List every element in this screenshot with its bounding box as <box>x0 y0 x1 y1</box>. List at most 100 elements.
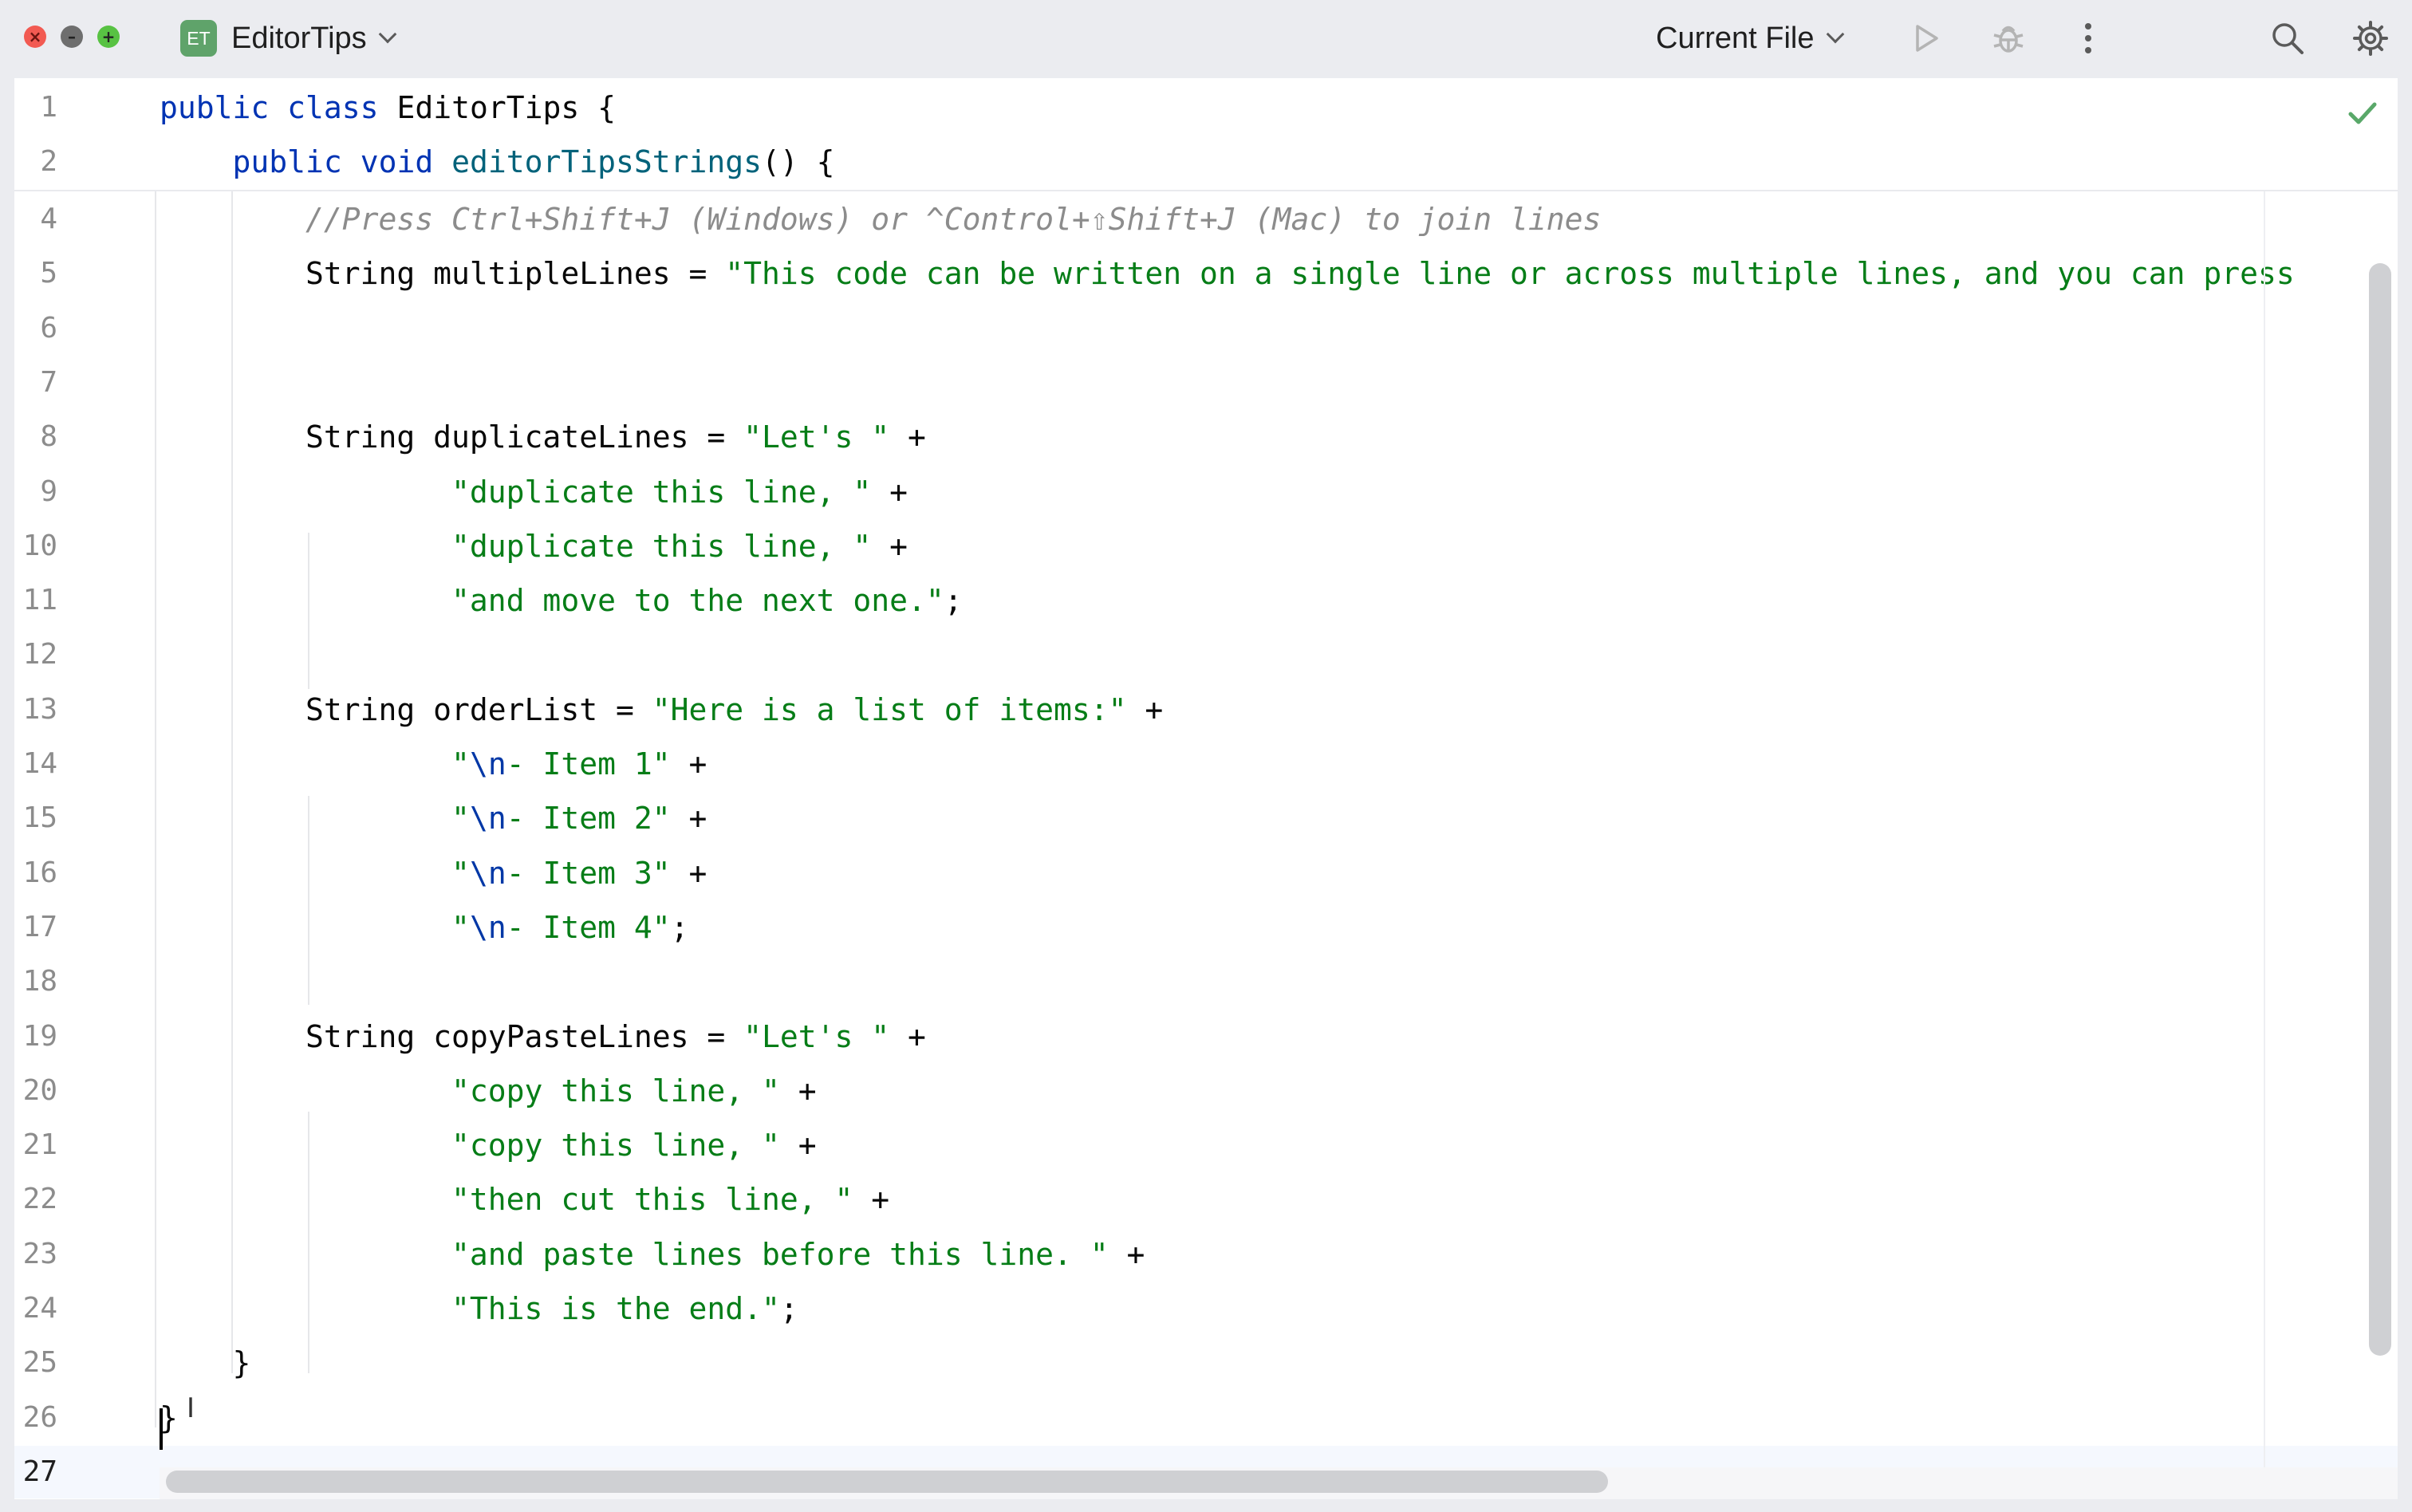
code-line[interactable]: 10 "duplicate this line, " + <box>14 520 2398 573</box>
code-token: String multipleLines = <box>160 256 726 292</box>
code-line[interactable]: 23 "and paste lines before this line. " … <box>14 1228 2398 1281</box>
code-line[interactable]: 21 "copy this line, " + <box>14 1119 2398 1171</box>
code-line[interactable]: 24 "This is the end."; <box>14 1282 2398 1335</box>
code-text[interactable]: "copy this line, " + <box>160 1065 817 1117</box>
code-line[interactable]: 9 "duplicate this line, " + <box>14 466 2398 518</box>
code-token: "Let's " <box>743 1018 890 1054</box>
check-icon <box>2348 102 2377 124</box>
code-line[interactable]: 1 public class EditorTips { <box>14 81 2398 134</box>
code-token: \n <box>469 801 506 837</box>
code-line[interactable]: 2 public void editorTipsStrings() { <box>14 136 2398 188</box>
code-text[interactable]: //Press Ctrl+Shift+J (Windows) or ^Contr… <box>160 193 1601 246</box>
line-number[interactable]: 8 <box>14 411 57 463</box>
code-text[interactable]: "\n- Item 2" + <box>160 792 707 845</box>
code-line[interactable]: 12 <box>14 628 2398 681</box>
code-line[interactable]: 16 "\n- Item 3" + <box>14 847 2398 900</box>
project-selector[interactable]: ET EditorTips <box>180 18 396 59</box>
horizontal-scrollbar[interactable] <box>166 1471 1608 1493</box>
code-text[interactable]: "\n- Item 3" + <box>160 847 707 900</box>
code-token: String duplicateLines = <box>160 419 744 455</box>
code-text[interactable]: public void editorTipsStrings() { <box>160 136 835 188</box>
settings-button[interactable] <box>2348 16 2393 61</box>
code-line[interactable]: 14 "\n- Item 1" + <box>14 738 2398 790</box>
code-text[interactable]: "\n- Item 1" + <box>160 738 707 790</box>
code-line[interactable]: 4 //Press Ctrl+Shift+J (Windows) or ^Con… <box>14 193 2398 246</box>
code-text[interactable]: String copyPasteLines = "Let's " + <box>160 1010 926 1063</box>
line-number[interactable]: 6 <box>14 302 57 355</box>
line-number[interactable]: 9 <box>14 466 57 518</box>
run-configuration-selector[interactable]: Current File <box>1656 18 1844 59</box>
code-text[interactable]: "copy this line, " + <box>160 1119 817 1171</box>
close-window-button[interactable]: × <box>24 26 46 48</box>
code-text[interactable]: "\n- Item 4"; <box>160 901 688 954</box>
code-text[interactable]: "then cut this line, " + <box>160 1173 889 1226</box>
sticky-lines-panel[interactable]: 1 public class EditorTips {2 public void … <box>14 78 2398 191</box>
code-editor[interactable]: 1 public class EditorTips {2 public void … <box>14 78 2398 1499</box>
code-line[interactable]: 25 } <box>14 1337 2398 1389</box>
code-text[interactable]: "This is the end."; <box>160 1282 798 1335</box>
code-line[interactable]: 5 String multipleLines = "This code can … <box>14 247 2398 300</box>
code-text[interactable]: String duplicateLines = "Let's " + <box>160 411 926 463</box>
more-actions-button[interactable] <box>2066 16 2110 61</box>
code-line[interactable]: 20 "copy this line, " + <box>14 1065 2398 1117</box>
code-token: + <box>779 1073 817 1108</box>
line-number[interactable]: 19 <box>14 1010 57 1063</box>
line-number[interactable]: 2 <box>14 136 57 188</box>
line-number[interactable]: 5 <box>14 247 57 300</box>
code-text[interactable]: public class EditorTips { <box>160 81 616 134</box>
code-line[interactable]: 7 <box>14 356 2398 409</box>
code-line[interactable]: 17 "\n- Item 4"; <box>14 901 2398 954</box>
code-token: + <box>853 1182 890 1218</box>
line-number[interactable]: 4 <box>14 193 57 246</box>
line-number[interactable]: 16 <box>14 847 57 900</box>
line-number[interactable]: 22 <box>14 1173 57 1226</box>
indent-guide <box>308 533 309 689</box>
code-line[interactable]: 22 "then cut this line, " + <box>14 1173 2398 1226</box>
code-line[interactable]: 26} <box>14 1392 2398 1444</box>
line-number[interactable]: 26 <box>14 1392 57 1444</box>
code-text[interactable]: "duplicate this line, " + <box>160 466 908 518</box>
code-token: "and move to the next one." <box>451 583 944 619</box>
zoom-window-button[interactable]: + <box>97 26 120 48</box>
line-number[interactable]: 7 <box>14 356 57 409</box>
line-number[interactable]: 14 <box>14 738 57 790</box>
line-number[interactable]: 23 <box>14 1228 57 1281</box>
line-number[interactable]: 12 <box>14 628 57 681</box>
line-number[interactable]: 25 <box>14 1337 57 1389</box>
minimize-window-button[interactable]: – <box>61 26 83 48</box>
code-text[interactable]: } <box>160 1337 251 1389</box>
run-button[interactable] <box>1903 16 1948 61</box>
search-everywhere-button[interactable] <box>2265 16 2310 61</box>
line-number[interactable]: 13 <box>14 683 57 736</box>
line-number[interactable]: 18 <box>14 955 57 1008</box>
line-number[interactable]: 17 <box>14 901 57 954</box>
code-text[interactable]: String orderList = "Here is a list of it… <box>160 683 1163 736</box>
code-line[interactable]: 6 <box>14 302 2398 355</box>
line-number[interactable]: 11 <box>14 574 57 627</box>
code-line[interactable]: 13 String orderList = "Here is a list of… <box>14 683 2398 736</box>
code-text[interactable]: "duplicate this line, " + <box>160 520 908 573</box>
line-number[interactable]: 1 <box>14 81 57 134</box>
code-token: + <box>889 419 926 455</box>
code-token: " <box>451 801 470 837</box>
code-line[interactable]: 8 String duplicateLines = "Let's " + <box>14 411 2398 463</box>
debug-button[interactable] <box>1986 16 2031 61</box>
vertical-scrollbar[interactable] <box>2369 263 2391 1356</box>
line-number[interactable]: 24 <box>14 1282 57 1335</box>
line-number[interactable]: 20 <box>14 1065 57 1117</box>
code-line[interactable]: 15 "\n- Item 2" + <box>14 792 2398 845</box>
code-line[interactable]: 11 "and move to the next one."; <box>14 574 2398 627</box>
line-number[interactable]: 10 <box>14 520 57 573</box>
line-number[interactable]: 21 <box>14 1119 57 1171</box>
line-number[interactable]: 15 <box>14 792 57 845</box>
code-text[interactable]: "and move to the next one."; <box>160 574 963 627</box>
code-text[interactable]: String multipleLines = "This code can be… <box>160 247 2295 300</box>
code-line[interactable]: 18 <box>14 955 2398 1008</box>
line-number[interactable]: 27 <box>14 1446 57 1498</box>
code-line[interactable]: 19 String copyPasteLines = "Let's " + <box>14 1010 2398 1063</box>
